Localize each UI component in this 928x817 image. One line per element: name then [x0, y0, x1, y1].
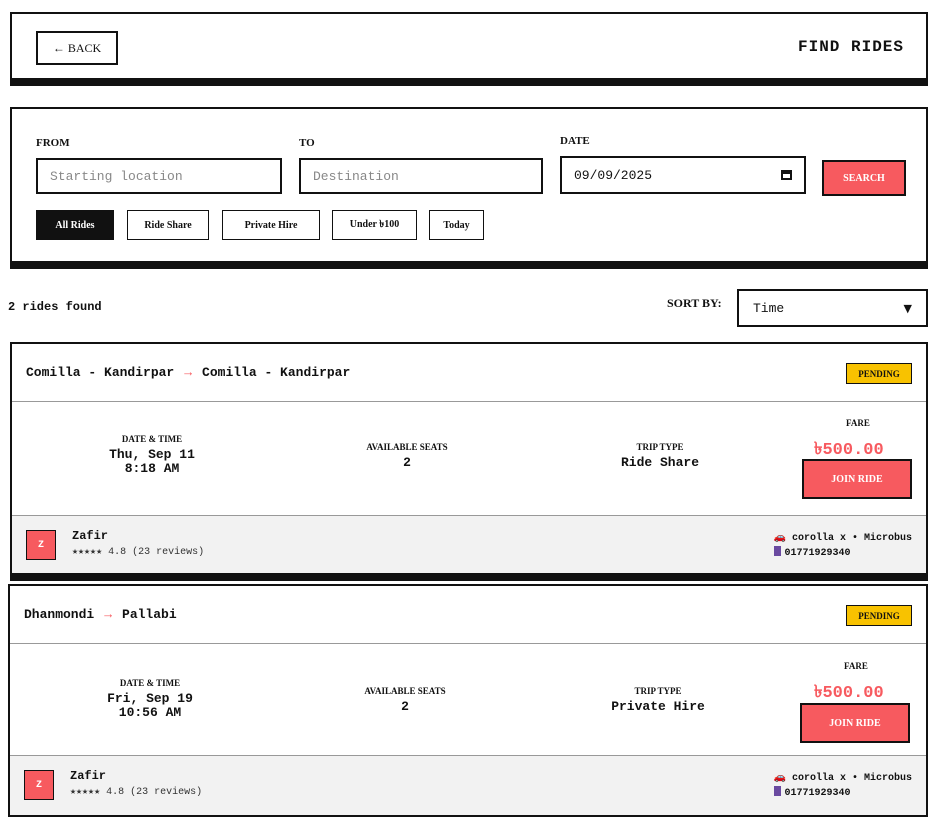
filter-all-rides[interactable]: All Rides	[36, 210, 114, 240]
page-title: FIND RIDES	[797, 38, 904, 56]
ride-route: Dhanmondi → Pallabi	[24, 607, 177, 622]
ride-datetime: DATE & TIME Fri, Sep 19 10:56 AM	[70, 678, 230, 720]
vehicle-info: 🚗 corolla x • Microbus 01771929340	[773, 531, 912, 561]
to-input[interactable]: Destination	[299, 158, 543, 194]
status-badge: PENDING	[846, 363, 912, 384]
back-button[interactable]: ← BACK	[36, 31, 118, 65]
phone-icon	[773, 786, 781, 796]
chevron-down-icon: ▼	[903, 301, 912, 315]
driver-name: Zafir	[72, 529, 109, 543]
trip-type-label: TRIP TYPE	[634, 686, 682, 696]
route-arrow-icon: →	[184, 365, 193, 380]
to-label: TO	[299, 137, 315, 149]
fare-label: FARE	[844, 661, 868, 671]
calendar-icon[interactable]	[781, 170, 792, 180]
sort-select[interactable]: Time ▼	[737, 289, 928, 327]
ride-route: Comilla - Kandirpar → Comilla - Kandirpar	[26, 365, 350, 380]
results-count: 2 rides found	[8, 300, 102, 314]
ride-time: 8:18 AM	[124, 461, 180, 476]
avatar: Z	[24, 770, 54, 800]
ride-card: Comilla - Kandirpar → Comilla - Kandirpar …	[10, 342, 928, 575]
ride-card-header: Dhanmondi → Pallabi PENDING	[10, 586, 926, 644]
datetime-label: DATE & TIME	[121, 434, 183, 444]
vehicle-value: corolla x • Microbus	[791, 533, 912, 544]
trip-type-value: Private Hire	[611, 699, 705, 714]
car-icon: 🚗	[773, 772, 786, 783]
ride-seats: AVAILABLE SEATS 2	[327, 442, 487, 470]
sort-label: SORT BY:	[667, 296, 722, 310]
car-icon: 🚗	[773, 532, 786, 543]
filter-under-100[interactable]: Under ৳100	[332, 210, 417, 240]
sort-value: Time	[753, 300, 785, 316]
ride-day: Thu, Sep 11	[109, 447, 195, 462]
route-to: Pallabi	[122, 607, 177, 622]
trip-type-label: TRIP TYPE	[636, 442, 684, 452]
status-badge: PENDING	[846, 605, 912, 626]
route-from: Dhanmondi	[24, 607, 95, 622]
driver-footer: Z Zafir ★★★★★ 4.8 (23 reviews) 🚗 corolla…	[10, 755, 926, 815]
seats-value: 2	[403, 455, 411, 470]
ride-day: Fri, Sep 19	[107, 691, 193, 706]
date-value: 09/09/2025	[574, 167, 653, 183]
seats-label: AVAILABLE SEATS	[366, 442, 448, 452]
seats-value: 2	[401, 699, 409, 714]
seats-label: AVAILABLE SEATS	[364, 686, 446, 696]
from-label: FROM	[36, 137, 70, 149]
vehicle-info: 🚗 corolla x • Microbus 01771929340	[773, 771, 912, 801]
search-button[interactable]: SEARCH	[822, 160, 906, 196]
ride-seats: AVAILABLE SEATS 2	[325, 686, 485, 714]
header-bar: ← BACK FIND RIDES	[10, 12, 928, 80]
route-from: Comilla - Kandirpar	[26, 365, 175, 380]
route-arrow-icon: →	[104, 607, 113, 622]
avatar: Z	[26, 530, 56, 560]
date-label: DATE	[560, 135, 590, 147]
driver-rating: ★★★★★ 4.8 (23 reviews)	[70, 787, 203, 798]
phone-value: 01771929340	[784, 548, 851, 559]
join-ride-button[interactable]: JOIN RIDE	[800, 703, 910, 743]
ride-card-header: Comilla - Kandirpar → Comilla - Kandirpar …	[12, 344, 926, 402]
trip-type-value: Ride Share	[620, 455, 699, 470]
ride-datetime: DATE & TIME Thu, Sep 11 8:18 AM	[72, 434, 232, 476]
search-panel: FROM Starting location TO Destination DA…	[10, 107, 928, 263]
filter-ride-share[interactable]: Ride Share	[127, 210, 209, 240]
driver-rating: ★★★★★ 4.8 (23 reviews)	[72, 547, 205, 558]
ride-trip-type: TRIP TYPE Ride Share	[580, 442, 740, 470]
filter-private-hire[interactable]: Private Hire	[222, 210, 320, 240]
phone-icon	[773, 546, 781, 556]
ride-card: Dhanmondi → Pallabi PENDING DATE & TIME Fr…	[8, 584, 928, 817]
vehicle-value: corolla x • Microbus	[791, 773, 912, 784]
phone-value: 01771929340	[784, 788, 851, 799]
ride-time: 10:56 AM	[118, 705, 182, 720]
driver-footer: Z Zafir ★★★★★ 4.8 (23 reviews) 🚗 corolla…	[12, 515, 926, 573]
driver-name: Zafir	[70, 769, 107, 783]
ride-trip-type: TRIP TYPE Private Hire	[578, 686, 738, 714]
filter-today[interactable]: Today	[429, 210, 484, 240]
datetime-label: DATE & TIME	[119, 678, 181, 688]
route-to: Comilla - Kandirpar	[202, 365, 351, 380]
from-input[interactable]: Starting location	[36, 158, 282, 194]
fare-label: FARE	[846, 418, 870, 428]
date-input[interactable]: 09/09/2025	[560, 156, 806, 194]
join-ride-button[interactable]: JOIN RIDE	[802, 459, 912, 499]
